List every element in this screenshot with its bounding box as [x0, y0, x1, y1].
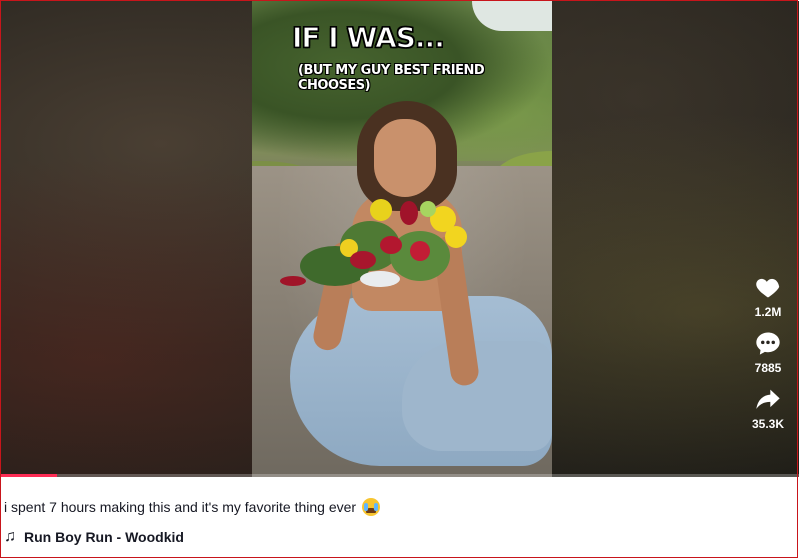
- comment-count: 7885: [754, 361, 782, 375]
- like-count: 1.2M: [754, 305, 782, 319]
- music-title[interactable]: Run Boy Run - Woodkid: [24, 529, 184, 545]
- share-count: 35.3K: [751, 417, 785, 431]
- jeans-leg: [402, 341, 552, 451]
- loudly-crying-face-emoji: [362, 498, 381, 516]
- overlay-title: IF I WAS...: [291, 20, 445, 54]
- flower-bouquet: [280, 191, 470, 301]
- share-button[interactable]: 35.3K: [741, 385, 795, 431]
- like-button[interactable]: 1.2M: [741, 273, 795, 319]
- overlay-subtitle: (BUT MY GUY BEST FRIEND CHOOSES): [298, 63, 485, 93]
- comment-button[interactable]: 7885: [741, 329, 795, 375]
- video-caption: i spent 7 hours making this and it's my …: [4, 498, 381, 516]
- video-player[interactable]: IF I WAS... (BUT MY GUY BEST FRIEND CHOO…: [1, 1, 799, 477]
- caption-text: i spent 7 hours making this and it's my …: [4, 499, 357, 515]
- video-frame[interactable]: IF I WAS... (BUT MY GUY BEST FRIEND CHOO…: [252, 1, 552, 477]
- progress-bar[interactable]: [1, 474, 799, 477]
- share-icon: [756, 389, 780, 409]
- face: [374, 119, 436, 197]
- heart-icon: [756, 278, 780, 298]
- action-rail: 1.2M 7885 35.3K: [741, 273, 795, 441]
- comment-icon: [756, 332, 780, 355]
- progress-bar-fill: [1, 474, 57, 477]
- music-note-icon: ♫: [4, 528, 16, 545]
- music-link[interactable]: ♫ Run Boy Run - Woodkid: [4, 528, 184, 546]
